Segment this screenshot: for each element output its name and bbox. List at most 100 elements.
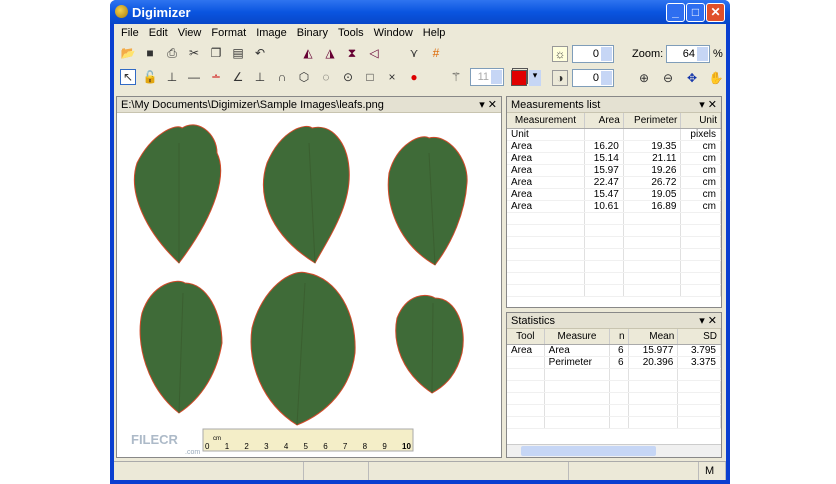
table-cell: 15.97 — [584, 164, 624, 177]
angle-tool-icon[interactable]: ∠ — [230, 69, 246, 85]
statistics-table: Tool Measure n Mean SD Area Area 6 15.977 3.795 P… — [507, 329, 721, 429]
window-title: Digimizer — [132, 5, 191, 20]
table-cell: Area — [507, 344, 545, 357]
hand-icon[interactable]: ✋ — [708, 70, 724, 86]
zoom-in-icon[interactable]: ⊕ — [636, 70, 652, 86]
close-button[interactable]: ✕ — [706, 3, 725, 22]
table-row[interactable]: Area 10.61 16.89 cm — [507, 200, 721, 213]
table-cell: Perimeter — [544, 356, 611, 369]
measurements-header: Measurements list ▾ ✕ — [507, 97, 721, 113]
scrollbar-thumb[interactable] — [521, 446, 656, 456]
cut-icon[interactable]: ✂ — [186, 45, 202, 61]
table-cell: cm — [680, 176, 721, 189]
table-row[interactable]: Area Area 6 15.977 3.795 — [507, 344, 721, 357]
menu-tools[interactable]: Tools — [333, 24, 369, 42]
leaf-1 — [133, 124, 222, 264]
panel-controls[interactable]: ▾ ✕ — [479, 98, 497, 111]
empty-row — [507, 416, 721, 429]
menu-help[interactable]: Help — [418, 24, 451, 42]
main-toolbar: 📂 ■ ⎙ ✂ ❐ ▤ ↶ ◭ ◮ ⧗ ◁ ⋎ # — [120, 45, 444, 61]
closed-curve-tool-icon[interactable]: ◌ — [318, 69, 334, 85]
tools-toolbar: ↖ 🔓 ⊥ — ∸ ∠ ⊥ ∩ ⬡ ◌ ⊙ □ × ● ⚚ 11 — [120, 68, 504, 86]
table-cell: Area — [507, 164, 585, 177]
table-cell — [507, 356, 545, 369]
chevron-down-icon[interactable]: ▾ — [529, 70, 541, 86]
minimize-button[interactable]: _ — [666, 3, 685, 22]
menu-view[interactable]: View — [173, 24, 207, 42]
perpendicular-tool-icon[interactable]: ⊥ — [252, 69, 268, 85]
table-cell: cm — [680, 164, 721, 177]
panel-controls[interactable]: ▾ ✕ — [699, 314, 717, 327]
zoom-out-icon[interactable]: ⊖ — [660, 70, 676, 86]
table-cell: 16.89 — [623, 200, 682, 213]
empty-row — [507, 236, 721, 249]
table-row[interactable]: Area 16.20 19.35 cm — [507, 140, 721, 153]
table-cell: 19.35 — [623, 140, 682, 153]
menu-window[interactable]: Window — [369, 24, 418, 42]
pan-icon[interactable]: ✥ — [684, 70, 700, 86]
image-path: E:\My Documents\Digimizer\Sample Images\… — [121, 99, 384, 111]
empty-row — [507, 392, 721, 405]
statistics-header: Statistics ▾ ✕ — [507, 313, 721, 329]
measurements-panel: Measurements list ▾ ✕ Measurement Area Peri… — [506, 96, 722, 308]
flip-vertical-icon[interactable]: ◁ — [366, 45, 382, 61]
menu-binary[interactable]: Binary — [292, 24, 333, 42]
leaf-6 — [395, 295, 464, 394]
table-cell: 15.14 — [584, 152, 624, 165]
rotate-left-icon[interactable]: ◭ — [300, 45, 316, 61]
table-row[interactable]: Area 15.47 19.05 cm — [507, 188, 721, 201]
brightness-spinner[interactable]: 0 — [572, 45, 614, 63]
copy-icon[interactable]: ❐ — [208, 45, 224, 61]
table-cell: 15.977 — [628, 344, 679, 357]
status-mode: M — [699, 462, 726, 480]
lock-icon[interactable]: 🔓 — [142, 69, 158, 85]
table-cell: cm — [680, 200, 721, 213]
paste-icon[interactable]: ▤ — [230, 45, 246, 61]
pointer-tool-icon[interactable]: ↖ — [120, 69, 136, 85]
table-row[interactable]: Area 15.14 21.11 cm — [507, 152, 721, 165]
table-cell: 3.795 — [677, 344, 721, 357]
maximize-button[interactable]: □ — [686, 3, 705, 22]
contrast-spinner[interactable]: 0 — [572, 69, 614, 87]
leaf-image[interactable] — [117, 113, 501, 457]
polygon-tool-icon[interactable]: ⬡ — [296, 69, 312, 85]
horizontal-scrollbar[interactable] — [507, 444, 721, 457]
grid-icon[interactable]: # — [428, 45, 444, 61]
line-tool-icon[interactable]: — — [186, 69, 202, 85]
zoom-spinner[interactable]: 64 — [666, 45, 710, 63]
table-row[interactable]: Area 22.47 26.72 cm — [507, 176, 721, 189]
rotate-right-icon[interactable]: ◮ — [322, 45, 338, 61]
empty-row — [507, 380, 721, 393]
cross-tool-icon[interactable]: × — [384, 69, 400, 85]
table-row[interactable]: Perimeter 6 20.396 3.375 — [507, 356, 721, 369]
print-icon[interactable]: ⎙ — [164, 45, 180, 61]
calibrate-icon[interactable]: ⋎ — [406, 45, 422, 61]
table-row[interactable]: Unit pixels — [507, 128, 721, 141]
statistics-panel: Statistics ▾ ✕ Tool Measure n Mean SD Area Are… — [506, 312, 722, 458]
menu-format[interactable]: Format — [206, 24, 251, 42]
menu-file[interactable]: File — [116, 24, 144, 42]
contrast-icon: ◑ — [552, 70, 568, 86]
undo-icon[interactable]: ↶ — [252, 45, 268, 61]
point-tool-icon[interactable]: ● — [406, 69, 422, 85]
table-cell: Area — [507, 152, 585, 165]
flip-horizontal-icon[interactable]: ⧗ — [344, 45, 360, 61]
app-window: Digimizer _ □ ✕ File Edit View Format Im… — [110, 0, 730, 484]
rectangle-tool-icon[interactable]: □ — [362, 69, 378, 85]
menu-edit[interactable]: Edit — [144, 24, 173, 42]
panel-controls[interactable]: ▾ ✕ — [699, 98, 717, 111]
save-icon[interactable]: ■ — [142, 45, 158, 61]
multiline-tool-icon[interactable]: ∸ — [208, 69, 224, 85]
ruler-labels: 0 1 2 3 4 5 6 7 8 9 10 — [205, 442, 411, 451]
magic-wand-icon[interactable]: ⚚ — [448, 69, 464, 85]
wand-tolerance-spinner[interactable]: 11 — [470, 68, 504, 86]
marker-tool-icon[interactable]: ⊥ — [164, 69, 180, 85]
table-cell: 22.47 — [584, 176, 624, 189]
open-icon[interactable]: 📂 — [120, 45, 136, 61]
circle-tool-icon[interactable]: ⊙ — [340, 69, 356, 85]
table-row[interactable]: Area 15.97 19.26 cm — [507, 164, 721, 177]
menu-image[interactable]: Image — [251, 24, 292, 42]
zoom-unit: % — [713, 48, 723, 60]
zoom-toolbar: ⊕ ⊖ ✥ ✋ — [636, 70, 724, 86]
arc-tool-icon[interactable]: ∩ — [274, 69, 290, 85]
